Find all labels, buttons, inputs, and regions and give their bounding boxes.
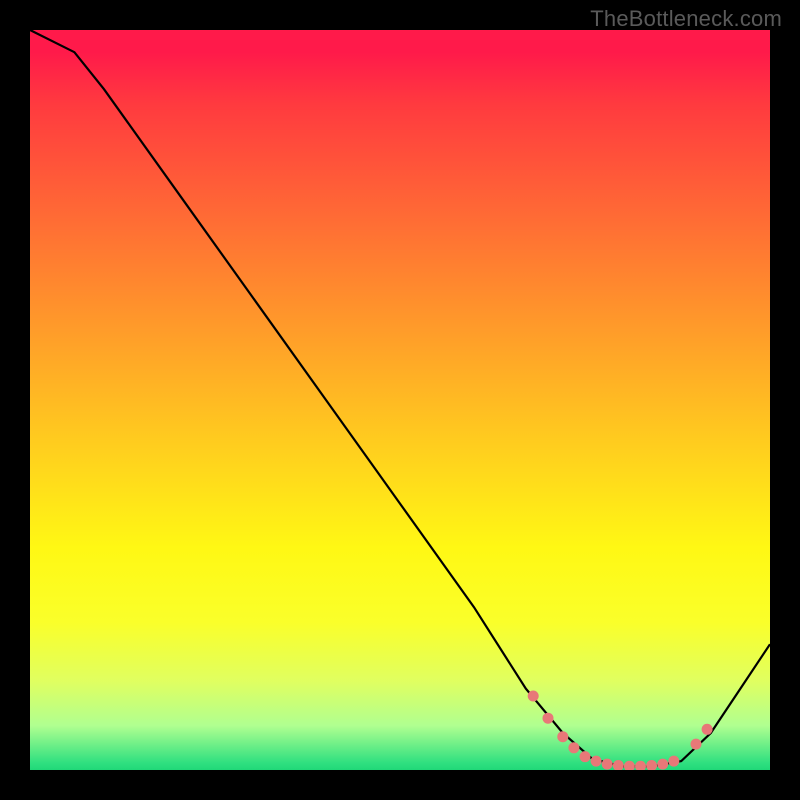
curve-marker	[580, 751, 591, 762]
curve-marker	[646, 760, 657, 770]
curve-marker	[568, 742, 579, 753]
curve-marker	[543, 713, 554, 724]
curve-marker	[657, 759, 668, 770]
curve-marker	[613, 760, 624, 770]
curve-marker	[702, 724, 713, 735]
curve-marker	[624, 761, 635, 770]
x-axis-line	[28, 770, 772, 772]
chart-svg	[30, 30, 770, 770]
curve-marker	[557, 731, 568, 742]
curve-marker	[602, 759, 613, 770]
curve-marker	[691, 739, 702, 750]
bottleneck-curve	[30, 30, 770, 766]
curve-marker	[668, 756, 679, 767]
curve-marker	[591, 756, 602, 767]
watermark-text: TheBottleneck.com	[590, 6, 782, 32]
curve-marker	[635, 761, 646, 770]
plot-area	[30, 30, 770, 770]
curve-marker	[528, 691, 539, 702]
